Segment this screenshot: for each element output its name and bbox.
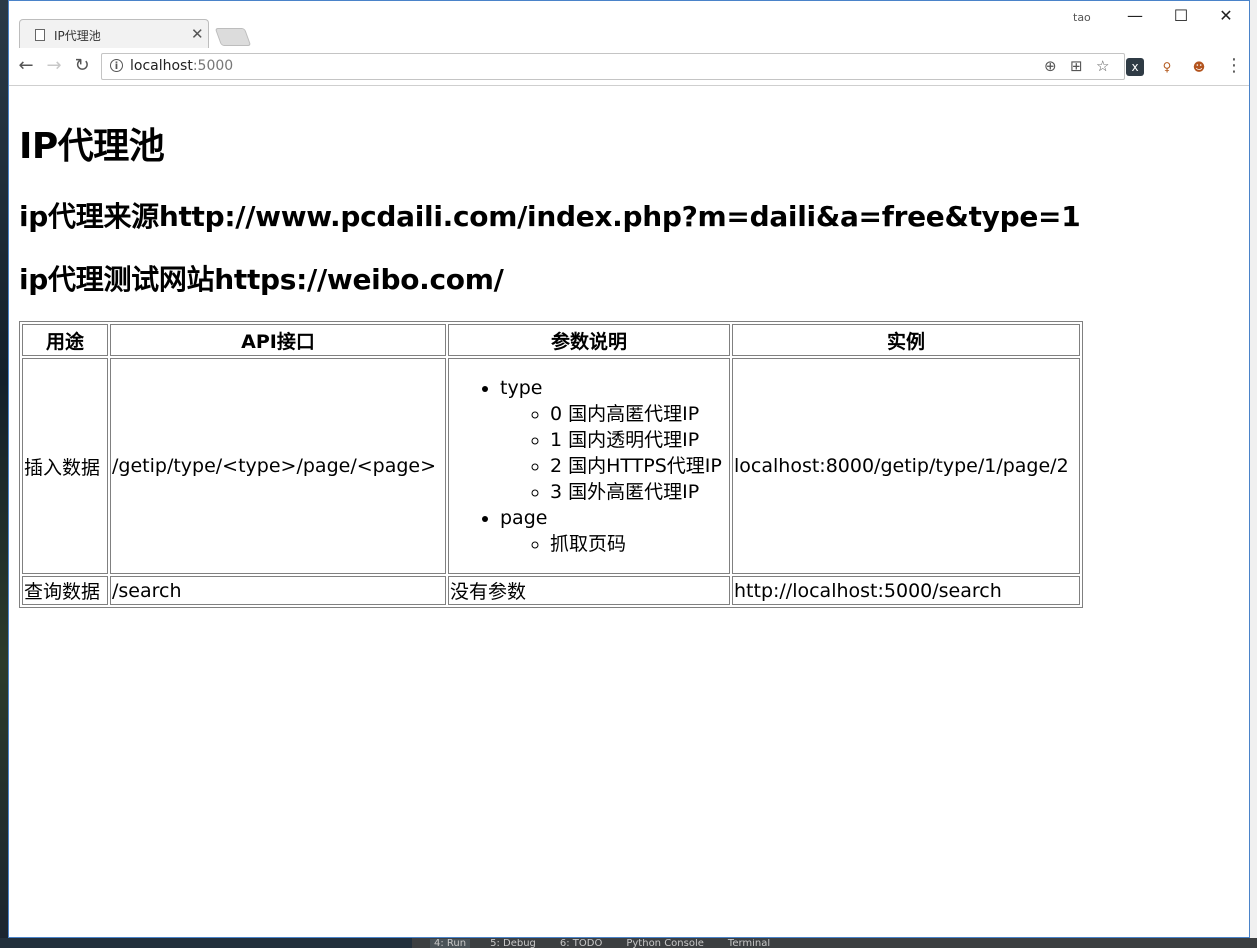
param-name: type — [500, 377, 543, 399]
profile-name[interactable]: tao — [1073, 11, 1091, 24]
arrow-right-icon[interactable]: → — [43, 55, 65, 77]
param-list: type 0 国内高匿代理IP 1 国内透明代理IP 2 国内HTTPS代理IP… — [450, 375, 728, 557]
arrow-left-icon[interactable]: ← — [15, 55, 37, 77]
browser-tab[interactable]: IP代理池 ✕ — [19, 19, 209, 48]
list-item: 0 国内高匿代理IP — [550, 401, 728, 427]
column-header-example: 实例 — [732, 324, 1080, 356]
extension-key-icon[interactable]: ♀ — [1158, 58, 1176, 76]
ide-tab-todo[interactable]: 6: TODO — [556, 939, 606, 948]
list-item: 抓取页码 — [550, 531, 728, 557]
api-table: 用途 API接口 参数说明 实例 插入数据 /getip/type/<type>… — [19, 321, 1083, 608]
list-item: 1 国内透明代理IP — [550, 427, 728, 453]
star-icon[interactable]: ☆ — [1096, 57, 1109, 75]
url-host: localhost — [130, 58, 193, 74]
ide-tab-python-console[interactable]: Python Console — [622, 939, 708, 948]
maximize-button[interactable]: ☐ — [1161, 5, 1201, 29]
browser-toolbar: ← → ↻ i localhost:5000 ⊕ ⊞ ☆ x ♀ ☻ ⋮ — [9, 48, 1249, 86]
url-text[interactable]: localhost:5000 — [130, 58, 233, 74]
column-header-params: 参数说明 — [448, 324, 730, 356]
table-row: 查询数据 /search 没有参数 http://localhost:5000/… — [22, 576, 1080, 605]
extension-x-icon[interactable]: x — [1126, 58, 1144, 76]
proxy-test-site-heading: ip代理测试网站https://weibo.com/ — [19, 263, 504, 296]
column-header-api: API接口 — [110, 324, 446, 356]
desktop-background — [0, 0, 8, 948]
ide-tool-tabs: 4: Run 5: Debug 6: TODO Python Console T… — [430, 939, 774, 948]
column-header-purpose: 用途 — [22, 324, 108, 356]
ide-tab-debug[interactable]: 5: Debug — [486, 939, 540, 948]
cell-api: /getip/type/<type>/page/<page> — [110, 358, 446, 574]
close-tab-icon[interactable]: ✕ — [191, 25, 204, 43]
table-row: 插入数据 /getip/type/<type>/page/<page> type… — [22, 358, 1080, 574]
cell-purpose: 查询数据 — [22, 576, 108, 605]
ide-tab-run[interactable]: 4: Run — [430, 939, 471, 948]
cell-example: localhost:8000/getip/type/1/page/2 — [732, 358, 1080, 574]
title-bar: IP代理池 ✕ tao — ☐ ✕ — [9, 1, 1249, 48]
new-tab-button[interactable] — [214, 28, 252, 46]
tab-title: IP代理池 — [54, 29, 101, 43]
list-item: type 0 国内高匿代理IP 1 国内透明代理IP 2 国内HTTPS代理IP… — [500, 375, 728, 505]
ide-tab-terminal[interactable]: Terminal — [724, 939, 774, 948]
info-icon[interactable]: i — [110, 59, 123, 72]
minimize-button[interactable]: — — [1115, 5, 1155, 29]
param-option-list: 0 国内高匿代理IP 1 国内透明代理IP 2 国内HTTPS代理IP 3 国外… — [500, 401, 728, 505]
browser-window: IP代理池 ✕ tao — ☐ ✕ ← → ↻ i localhost:5000… — [8, 0, 1250, 938]
page-content: IP代理池 ip代理来源http://www.pcdaili.com/index… — [19, 87, 1244, 937]
param-option-list: 抓取页码 — [500, 531, 728, 557]
proxy-source-heading: ip代理来源http://www.pcdaili.com/index.php?m… — [19, 200, 1081, 233]
list-item: page 抓取页码 — [500, 505, 728, 557]
list-item: 2 国内HTTPS代理IP — [550, 453, 728, 479]
page-icon — [35, 29, 45, 41]
cell-params: type 0 国内高匿代理IP 1 国内透明代理IP 2 国内HTTPS代理IP… — [448, 358, 730, 574]
zoom-icon[interactable]: ⊕ — [1044, 57, 1057, 75]
translate-icon[interactable]: ⊞ — [1070, 57, 1083, 75]
cell-params: 没有参数 — [448, 576, 730, 605]
desktop-background-bottom — [0, 938, 412, 948]
page-title: IP代理池 — [19, 126, 165, 167]
url-port: :5000 — [192, 58, 234, 74]
param-name: page — [500, 507, 548, 529]
list-item: 3 国外高匿代理IP — [550, 479, 728, 505]
address-bar[interactable]: i localhost:5000 ⊕ ⊞ ☆ — [101, 53, 1125, 80]
cell-api: /search — [110, 576, 446, 605]
kebab-menu-icon[interactable]: ⋮ — [1225, 54, 1243, 78]
cell-purpose: 插入数据 — [22, 358, 108, 574]
close-window-button[interactable]: ✕ — [1206, 5, 1246, 29]
table-header-row: 用途 API接口 参数说明 实例 — [22, 324, 1080, 356]
cell-example: http://localhost:5000/search — [732, 576, 1080, 605]
desktop-background-right — [1250, 0, 1257, 948]
extension-monkey-icon[interactable]: ☻ — [1190, 58, 1208, 76]
reload-icon[interactable]: ↻ — [71, 55, 93, 77]
